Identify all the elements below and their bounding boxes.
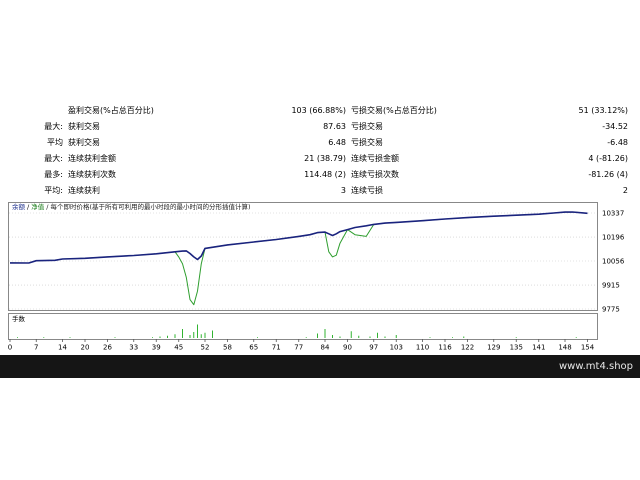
stats-row: 平均 获利交易 6.48 亏损交易 -6.48 [0, 136, 640, 150]
y-tick-label: 9775 [602, 306, 620, 314]
x-tick-label: 135 [510, 344, 523, 352]
x-tick-label: 39 [152, 344, 161, 352]
footer-bar: www.mt4.shop [0, 355, 640, 378]
y-tick-label: 10196 [602, 234, 625, 242]
site-watermark: www.mt4.shop [558, 361, 633, 372]
x-tick-label: 154 [581, 344, 595, 352]
stats-row: 盈利交易(%占总百分比) 103 (66.88%) 亏损交易(%占总百分比) 5… [0, 104, 640, 118]
x-tick-label: 116 [438, 344, 452, 352]
stats-label: 亏损交易 [351, 122, 383, 131]
trade-statistics: 盈利交易(%占总百分比) 103 (66.88%) 亏损交易(%占总百分比) 5… [0, 104, 640, 204]
stats-value: -6.48 [607, 138, 628, 147]
stats-label: 平均: [44, 186, 63, 195]
stats-row: 最大: 连续获利金额 21 (38.79) 连续亏损金额 4 (-81.26) [0, 152, 640, 166]
y-tick-label: 9915 [602, 282, 620, 290]
x-tick-label: 7 [34, 344, 38, 352]
legend-description: / 每个即时价格(基于所有可利用的最小时段的最小时间的分形插值计算) [46, 203, 251, 211]
main-panel-frame [8, 202, 598, 311]
stats-row: 最多: 连续获利次数 114.48 (2) 连续亏损次数 -81.26 (4) [0, 168, 640, 182]
x-tick-label: 110 [416, 344, 429, 352]
x-tick-label: 45 [174, 344, 183, 352]
x-tick-label: 90 [343, 344, 352, 352]
stats-row: 平均: 连续获利 3 连续亏损 2 [0, 184, 640, 198]
stats-label: 最多: [44, 170, 63, 179]
y-tick-label: 10337 [602, 210, 624, 218]
stats-label: 获利交易 [68, 138, 100, 147]
stats-label: 连续亏损金额 [351, 154, 399, 163]
volume-panel-frame [8, 313, 598, 340]
stats-label: 获利交易 [68, 122, 100, 131]
stats-value: 114.48 (2) [304, 170, 346, 179]
stats-value: 21 (38.79) [304, 154, 346, 163]
y-tick-label: 10056 [602, 258, 625, 266]
stats-value: 4 (-81.26) [588, 154, 628, 163]
stats-label: 平均 [47, 138, 63, 147]
stats-label: 亏损交易 [351, 138, 383, 147]
stats-value: 2 [622, 186, 628, 195]
stats-value: 3 [340, 186, 346, 195]
x-tick-label: 122 [461, 344, 474, 352]
stats-value: 51 (33.12%) [578, 106, 628, 115]
x-tick-label: 77 [294, 344, 303, 352]
stats-label: 连续获利 [68, 186, 100, 195]
balance-line [9, 211, 588, 264]
stats-label: 连续亏损次数 [351, 170, 399, 179]
x-tick-label: 14 [58, 344, 67, 352]
stats-row: 最大: 获利交易 87.63 亏损交易 -34.52 [0, 120, 640, 134]
stats-value: 87.63 [323, 122, 346, 131]
x-tick-label: 141 [532, 344, 545, 352]
stats-label: 连续获利次数 [68, 170, 116, 179]
balance-equity-chart[interactable]: 10337 10196 10056 9915 9775 0 7 14 20 26 33 39 45 52 5… [8, 202, 625, 352]
chart-canvas: 10337 10196 10056 9915 9775 0 7 14 20 26 33 39 45 52 5… [8, 202, 625, 352]
legend-equity[interactable]: 净值 [31, 203, 44, 211]
x-tick-label: 20 [81, 344, 90, 352]
stats-label: 连续亏损 [351, 186, 383, 195]
legend-balance[interactable]: 余额 [12, 203, 25, 211]
stats-value: -34.52 [602, 122, 628, 131]
x-tick-label: 65 [249, 344, 258, 352]
stats-label: 连续获利金额 [68, 154, 116, 163]
stats-label: 亏损交易(%占总百分比) [351, 106, 437, 115]
stats-value: 6.48 [328, 138, 346, 147]
x-tick-label: 129 [487, 344, 500, 352]
x-tick-label: 148 [558, 344, 571, 352]
x-tick-label: 0 [8, 344, 12, 352]
stats-label: 最大: [44, 154, 63, 163]
volume-panel-label: 手数 [12, 315, 25, 323]
x-tick-label: 84 [321, 344, 330, 352]
x-tick-label: 103 [390, 344, 403, 352]
stats-value: -81.26 (4) [588, 170, 628, 179]
x-tick-label: 52 [201, 344, 210, 352]
x-tick-label: 97 [369, 344, 378, 352]
x-tick-label: 58 [223, 344, 232, 352]
x-tick-label: 71 [272, 344, 281, 352]
stats-label: 最大: [44, 122, 63, 131]
legend-separator: / [27, 203, 30, 211]
stats-value: 103 (66.88%) [291, 106, 346, 115]
stats-label: 盈利交易(%占总百分比) [68, 106, 154, 115]
chart-legend: 余额 / 净值 / 每个即时价格(基于所有可利用的最小时段的最小时间的分形插值计算) [12, 203, 253, 212]
x-tick-label: 33 [129, 344, 138, 352]
x-tick-label: 26 [103, 344, 112, 352]
